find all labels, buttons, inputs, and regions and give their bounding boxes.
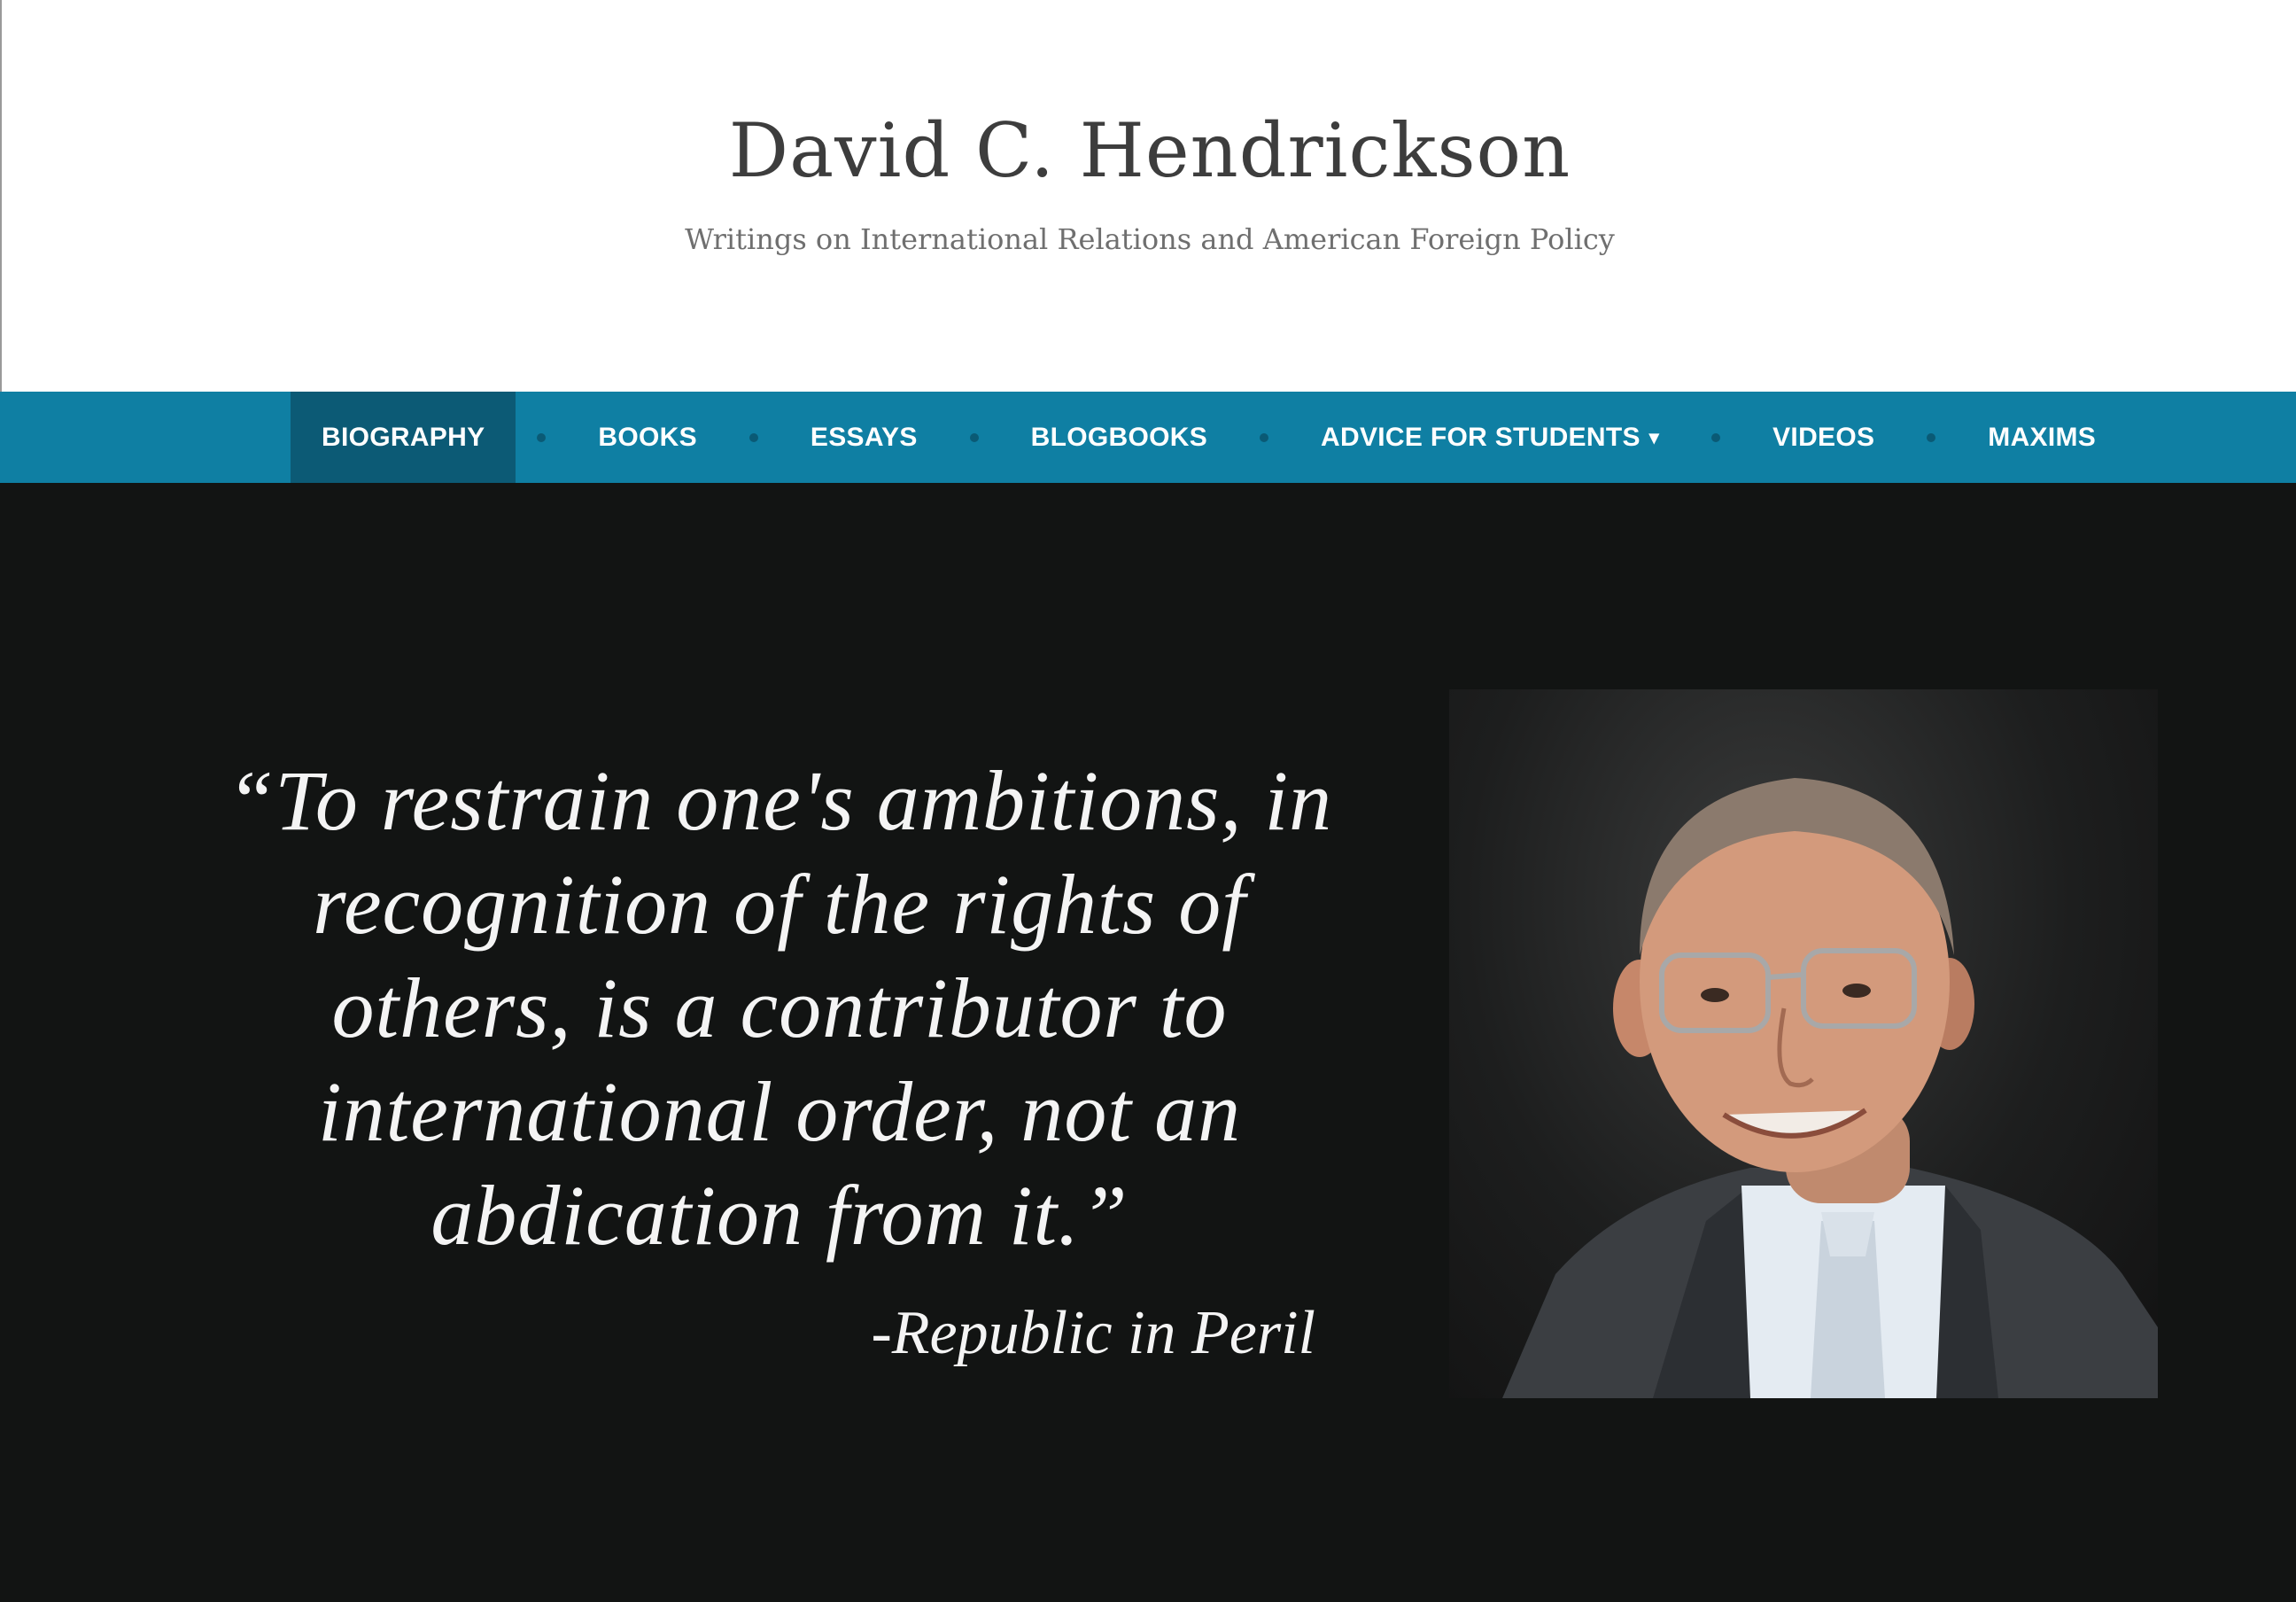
nav-separator bbox=[1711, 432, 1721, 442]
nav-item-label: MAXIMS bbox=[1988, 422, 2097, 452]
nav-separator bbox=[969, 432, 979, 442]
nav-item-blogbooks[interactable]: BLOGBOOKS bbox=[1000, 392, 1238, 483]
main-navigation: BIOGRAPHY BOOKS ESSAYS BLOGBOOKS ADVICE … bbox=[0, 392, 2296, 483]
nav-item-label: BIOGRAPHY bbox=[322, 422, 485, 452]
hero-quote: “To restrain one's ambitions, in recogni… bbox=[226, 753, 1333, 1263]
hero-banner: “To restrain one's ambitions, in recogni… bbox=[0, 483, 2296, 1602]
site-header: David C. Hendrickson Writings on Interna… bbox=[0, 0, 2296, 392]
nav-separator bbox=[1927, 432, 1936, 442]
author-portrait-illustration bbox=[1502, 778, 2158, 1398]
site-tagline: Writings on International Relations and … bbox=[685, 222, 1615, 256]
nav-item-advice-for-students[interactable]: ADVICE FOR STUDENTS ▾ bbox=[1290, 392, 1690, 483]
nav-item-biography[interactable]: BIOGRAPHY bbox=[291, 392, 516, 483]
nav-item-label: ADVICE FOR STUDENTS bbox=[1321, 422, 1641, 452]
site-title[interactable]: David C. Hendrickson bbox=[2, 102, 2296, 199]
author-portrait bbox=[1449, 689, 2158, 1398]
nav-item-books[interactable]: BOOKS bbox=[567, 392, 728, 483]
quote-attribution: -Republic in Peril bbox=[871, 1299, 1315, 1367]
nav-item-label: BLOGBOOKS bbox=[1030, 422, 1208, 452]
nav-item-essays[interactable]: ESSAYS bbox=[780, 392, 949, 483]
nav-list: BIOGRAPHY BOOKS ESSAYS BLOGBOOKS ADVICE … bbox=[291, 392, 2127, 483]
nav-separator bbox=[537, 432, 547, 442]
nav-item-maxims[interactable]: MAXIMS bbox=[1957, 392, 2127, 483]
nav-item-label: VIDEOS bbox=[1772, 422, 1875, 452]
page: David C. Hendrickson Writings on Interna… bbox=[0, 0, 2296, 1602]
nav-separator bbox=[749, 432, 758, 442]
nav-separator bbox=[1260, 432, 1269, 442]
nav-item-videos[interactable]: VIDEOS bbox=[1741, 392, 1905, 483]
nav-item-label: ESSAYS bbox=[810, 422, 918, 452]
nav-item-label: BOOKS bbox=[598, 422, 697, 452]
caret-down-icon: ▾ bbox=[1648, 425, 1660, 448]
